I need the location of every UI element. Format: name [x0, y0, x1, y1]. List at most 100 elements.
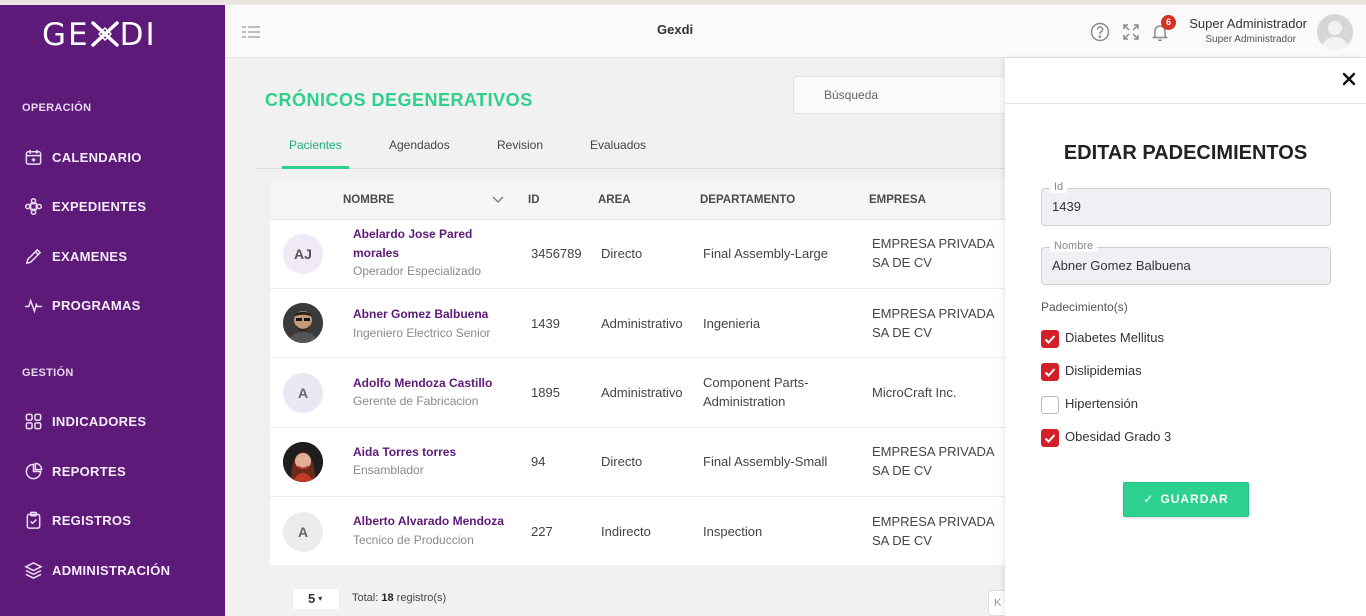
- patient-area: Administrativo: [601, 385, 683, 400]
- menu-toggle-icon[interactable]: [242, 25, 260, 39]
- fullscreen-icon: [1123, 24, 1139, 40]
- patient-company: MicroCraft Inc.: [872, 385, 957, 400]
- conditions-label: Padecimiento(s): [1041, 300, 1128, 314]
- sidebar-item-registros[interactable]: REGISTROS: [0, 501, 225, 539]
- patient-department: Component Parts-Administration: [703, 375, 809, 409]
- checkbox-label[interactable]: Dislipidemias: [1065, 363, 1142, 378]
- sidebar-item-calendario[interactable]: CALENDARIO: [0, 138, 225, 176]
- checkbox-hipertension[interactable]: [1041, 396, 1059, 414]
- table-row[interactable]: AJ Abelardo Jose Pared morales Operador …: [270, 220, 1005, 289]
- active-tab-indicator: [282, 166, 349, 169]
- patient-company: EMPRESA PRIVADA SA DE CV: [872, 444, 994, 478]
- section-label-operation: OPERACIÓN: [22, 102, 92, 114]
- sidebar-item-administracion[interactable]: ADMINISTRACIÓN: [0, 551, 225, 589]
- calendar-icon: [25, 149, 42, 165]
- section-label-management: GESTIÓN: [22, 367, 74, 379]
- tab-agendados[interactable]: Agendados: [389, 138, 450, 152]
- user-name[interactable]: Super Administrador: [1189, 16, 1307, 31]
- table-row[interactable]: A Adolfo Mendoza Castillo Gerente de Fab…: [270, 358, 1005, 428]
- id-field[interactable]: 1439: [1041, 188, 1331, 226]
- checkbox-diabetes-mellitus[interactable]: [1041, 330, 1059, 348]
- sidebar-item-label: ADMINISTRACIÓN: [52, 562, 171, 578]
- sidebar-item-expedientes[interactable]: EXPEDIENTES: [0, 187, 225, 225]
- drawer-divider: [1005, 103, 1366, 104]
- patient-name[interactable]: Alberto Alvarado Mendoza: [353, 512, 504, 531]
- total-count: 18: [381, 592, 394, 604]
- gexdi-logo[interactable]: GE DI: [42, 17, 157, 53]
- checkbox-label[interactable]: Obesidad Grado 3: [1065, 429, 1171, 444]
- patient-job: Operador Especializado: [353, 264, 482, 278]
- patient-job: Tecnico de Produccion: [353, 533, 474, 547]
- table-row[interactable]: A Alberto Alvarado Mendoza Tecnico de Pr…: [270, 497, 1005, 565]
- patient-department: Ingenieria: [703, 316, 761, 331]
- patient-name[interactable]: Abner Gomez Balbuena: [353, 305, 498, 324]
- avatar-initials: A: [283, 373, 323, 413]
- patient-company: EMPRESA PRIVADA SA DE CV: [872, 236, 994, 270]
- checkbox-obesidad-grado-3[interactable]: [1041, 429, 1059, 447]
- tab-revision[interactable]: Revision: [497, 138, 543, 152]
- pulse-icon: [24, 297, 43, 314]
- name-field[interactable]: Abner Gomez Balbuena: [1041, 247, 1331, 285]
- table-row[interactable]: Abner Gomez Balbuena Ingeniero Electrico…: [270, 289, 1005, 358]
- edit-conditions-drawer: EDITAR PADECIMIENTOS 1439 Id Abner Gomez…: [1005, 58, 1366, 616]
- name-field-label: Nombre: [1050, 240, 1098, 252]
- sidebar-item-label: INDICADORES: [52, 413, 147, 429]
- sidebar-item-indicadores[interactable]: INDICADORES: [0, 402, 225, 440]
- page-title: CRÓNICOS DEGENERATIVOS: [265, 90, 533, 110]
- check-icon: ✓: [1143, 492, 1155, 506]
- checkmark-icon: [1044, 434, 1056, 443]
- sidebar-item-reportes[interactable]: REPORTES: [0, 452, 225, 490]
- person-photo-icon: [283, 442, 323, 482]
- save-button-label: GUARDAR: [1160, 492, 1229, 506]
- patient-id: 1439: [531, 316, 560, 331]
- patient-job: Ensamblador: [353, 463, 424, 477]
- patient-id: 3456789: [531, 246, 582, 261]
- checkbox-label[interactable]: Diabetes Mellitus: [1065, 330, 1164, 345]
- page-size-select[interactable]: 5 ▾: [292, 588, 340, 610]
- save-button[interactable]: ✓ GUARDAR: [1123, 482, 1249, 517]
- tab-pacientes[interactable]: Pacientes: [289, 138, 342, 152]
- help-button[interactable]: [1090, 22, 1110, 42]
- column-header-empresa: EMPRESA: [869, 194, 926, 206]
- user-placeholder-icon: [1321, 21, 1349, 50]
- sidebar-item-examenes[interactable]: EXAMENES: [0, 237, 225, 275]
- page-size-value: 5: [308, 591, 316, 606]
- table-row[interactable]: Aida Torres torres Ensamblador 94 Direct…: [270, 428, 1005, 497]
- search-input[interactable]: [793, 76, 1023, 114]
- checkbox-dislipidemias[interactable]: [1041, 363, 1059, 381]
- patient-area: Administrativo: [601, 316, 683, 331]
- patient-name[interactable]: Aida Torres torres: [353, 443, 498, 462]
- user-role: Super Administrador: [1205, 34, 1296, 45]
- patient-name[interactable]: Abelardo Jose Pared morales: [353, 225, 498, 263]
- checkbox-label[interactable]: Hipertensión: [1065, 396, 1138, 411]
- column-header-id: ID: [528, 194, 540, 206]
- total-label: Total:: [352, 592, 379, 604]
- user-avatar[interactable]: [1317, 14, 1353, 50]
- sidebar: GE DI OPERACIÓN CALENDARIO EXPEDIENTES EX…: [0, 5, 225, 616]
- patient-id: 1895: [531, 385, 560, 400]
- patient-company: EMPRESA PRIVADA SA DE CV: [872, 514, 994, 548]
- drawer-title: EDITAR PADECIMIENTOS: [1063, 142, 1308, 164]
- tab-evaluados[interactable]: Evaluados: [590, 138, 646, 152]
- patient-department: Final Assembly-Small: [703, 454, 828, 469]
- fullscreen-button[interactable]: [1121, 22, 1141, 42]
- patient-id: 94: [531, 454, 546, 469]
- column-header-nombre[interactable]: NOMBRE: [343, 194, 394, 206]
- patients-table: NOMBRE ID AREA DEPARTAMENTO EMPRESA AJ A…: [270, 182, 1005, 565]
- close-icon[interactable]: [1341, 71, 1357, 87]
- clipboard-check-icon: [26, 511, 41, 529]
- patient-name[interactable]: Adolfo Mendoza Castillo: [353, 374, 498, 393]
- top-header: Gexdi 6 Super Administrador Super Admini…: [225, 5, 1366, 58]
- tabs-divider: [255, 168, 1005, 169]
- patient-area: Directo: [601, 246, 643, 261]
- chevron-down-icon[interactable]: [492, 195, 504, 205]
- checkmark-icon: [1044, 335, 1056, 344]
- header-title: Gexdi: [657, 22, 694, 37]
- patient-area: Directo: [601, 454, 643, 469]
- table-header: NOMBRE ID AREA DEPARTAMENTO EMPRESA: [270, 182, 1005, 220]
- patient-job: Ingeniero Electrico Senior: [353, 326, 491, 340]
- sidebar-item-label: REPORTES: [52, 463, 126, 479]
- pagination-first-button[interactable]: K: [988, 590, 1005, 616]
- sidebar-item-programas[interactable]: PROGRAMAS: [0, 286, 225, 324]
- column-header-departamento: DEPARTAMENTO: [700, 194, 796, 206]
